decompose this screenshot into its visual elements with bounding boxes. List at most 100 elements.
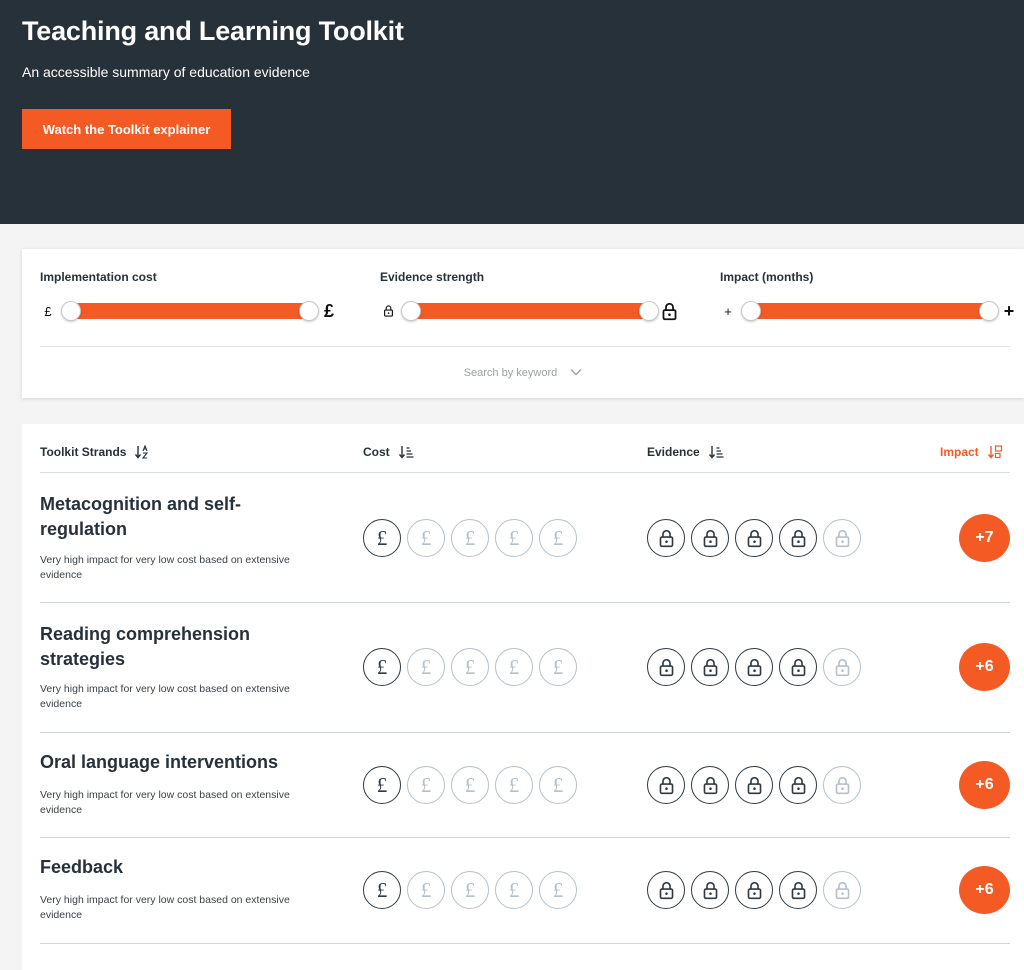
impact-filter: Impact (months) + + xyxy=(720,270,1020,330)
pound-icon: £ xyxy=(495,871,533,909)
pound-icon: £ xyxy=(495,519,533,557)
pound-icon: £ xyxy=(407,766,445,804)
column-header-cost[interactable]: Cost xyxy=(363,444,414,460)
padlock-icon xyxy=(735,648,773,686)
impact-badge: +7 xyxy=(959,514,1010,562)
strand-title[interactable]: Feedback xyxy=(40,855,310,880)
pound-icon: £ xyxy=(363,766,401,804)
pound-icon: £ xyxy=(539,648,577,686)
padlock-icon xyxy=(647,519,685,557)
impact-badge: +6 xyxy=(959,643,1010,691)
filter-panel: Implementation cost £ £ Evidence strengt… xyxy=(22,249,1024,398)
search-by-keyword-label: Search by keyword xyxy=(463,367,558,379)
pound-icon: £ xyxy=(495,766,533,804)
column-header-impact[interactable]: Impact xyxy=(940,444,1003,460)
pound-icon: £ xyxy=(539,519,577,557)
padlock-icon xyxy=(735,519,773,557)
evidence-rating xyxy=(647,648,861,686)
padlock-large-icon xyxy=(658,296,680,326)
strand-title[interactable]: Oral language interventions xyxy=(40,750,310,775)
impact-badge: +6 xyxy=(959,761,1010,809)
padlock-small-icon xyxy=(380,296,396,326)
cost-rating: £ £ £ £ £ xyxy=(363,519,577,557)
sort-impact-icon[interactable] xyxy=(987,444,1003,460)
strand-description: Very high impact for very low cost based… xyxy=(40,789,290,816)
hero-banner: Teaching and Learning Toolkit An accessi… xyxy=(0,0,1024,224)
padlock-icon xyxy=(735,766,773,804)
pound-icon: £ xyxy=(407,648,445,686)
column-header-strands-label: Toolkit Strands xyxy=(40,445,127,459)
cost-rating: £ £ £ £ £ xyxy=(363,766,577,804)
padlock-icon xyxy=(691,766,729,804)
column-header-evidence[interactable]: Evidence xyxy=(647,444,724,460)
sort-amount-icon[interactable] xyxy=(708,444,724,460)
sort-alpha-icon[interactable] xyxy=(134,444,150,460)
padlock-icon xyxy=(779,871,817,909)
table-row[interactable]: Reading comprehension strategies Very hi… xyxy=(40,603,1010,733)
padlock-icon xyxy=(779,648,817,686)
cost-slider-min-handle[interactable] xyxy=(61,301,81,321)
evidence-slider-min-handle[interactable] xyxy=(401,301,421,321)
cost-slider-max-handle[interactable] xyxy=(299,301,319,321)
table-row[interactable]: Feedback Very high impact for very low c… xyxy=(40,838,1010,944)
watch-explainer-button[interactable]: Watch the Toolkit explainer xyxy=(22,109,231,149)
impact-slider-track[interactable] xyxy=(744,303,996,319)
evidence-rating xyxy=(647,519,861,557)
padlock-icon xyxy=(647,871,685,909)
pound-icon: £ xyxy=(407,519,445,557)
padlock-icon xyxy=(647,648,685,686)
pound-icon: £ xyxy=(363,519,401,557)
padlock-icon xyxy=(823,648,861,686)
pound-icon: £ xyxy=(451,648,489,686)
padlock-icon xyxy=(647,766,685,804)
sort-amount-icon[interactable] xyxy=(398,444,414,460)
plus-small-icon: + xyxy=(724,303,732,319)
pound-icon: £ xyxy=(363,871,401,909)
impact-filter-label: Impact (months) xyxy=(720,270,814,284)
padlock-icon xyxy=(735,871,773,909)
pound-icon: £ xyxy=(539,766,577,804)
cost-range-slider[interactable]: £ £ xyxy=(40,296,340,326)
evidence-rating xyxy=(647,871,861,909)
evidence-filter-label: Evidence strength xyxy=(380,270,485,284)
cost-filter-label: Implementation cost xyxy=(40,270,157,284)
evidence-filter: Evidence strength xyxy=(380,270,680,330)
column-header-evidence-label: Evidence xyxy=(647,445,700,459)
cost-rating: £ £ £ £ £ xyxy=(363,648,577,686)
page-subtitle: An accessible summary of education evide… xyxy=(22,64,310,80)
filter-divider xyxy=(40,346,1010,347)
search-by-keyword-toggle[interactable]: Search by keyword xyxy=(22,367,1024,379)
table-row[interactable]: Metacognition and self-regulation Very h… xyxy=(40,473,1010,603)
page-title: Teaching and Learning Toolkit xyxy=(22,16,404,46)
pound-icon: £ xyxy=(495,648,533,686)
impact-badge: +6 xyxy=(959,866,1010,914)
row-divider xyxy=(40,943,1010,944)
padlock-icon xyxy=(823,871,861,909)
pound-icon: £ xyxy=(451,871,489,909)
strand-description: Very high impact for very low cost based… xyxy=(40,683,290,710)
plus-large-icon: + xyxy=(1003,300,1015,321)
pound-icon: £ xyxy=(363,648,401,686)
strand-title[interactable]: Reading comprehension strategies xyxy=(40,622,310,672)
evidence-slider-max-handle[interactable] xyxy=(639,301,659,321)
padlock-icon xyxy=(779,766,817,804)
padlock-icon xyxy=(691,648,729,686)
strand-description: Very high impact for very low cost based… xyxy=(40,554,290,581)
evidence-slider-track[interactable] xyxy=(404,303,656,319)
strand-title[interactable]: Metacognition and self-regulation xyxy=(40,492,310,542)
impact-slider-min-handle[interactable] xyxy=(741,301,761,321)
padlock-icon xyxy=(691,519,729,557)
pound-large-icon: £ xyxy=(323,300,334,321)
cost-rating: £ £ £ £ £ xyxy=(363,871,577,909)
padlock-icon xyxy=(823,766,861,804)
cost-slider-track[interactable] xyxy=(64,303,316,319)
column-header-strands[interactable]: Toolkit Strands xyxy=(40,444,150,460)
padlock-icon xyxy=(823,519,861,557)
impact-slider-max-handle[interactable] xyxy=(979,301,999,321)
evidence-range-slider[interactable] xyxy=(380,296,680,326)
table-row[interactable]: Oral language interventions Very high im… xyxy=(40,733,1010,838)
pound-icon: £ xyxy=(451,519,489,557)
impact-range-slider[interactable]: + + xyxy=(720,296,1020,326)
column-header-cost-label: Cost xyxy=(363,445,390,459)
column-header-impact-label: Impact xyxy=(940,445,979,459)
